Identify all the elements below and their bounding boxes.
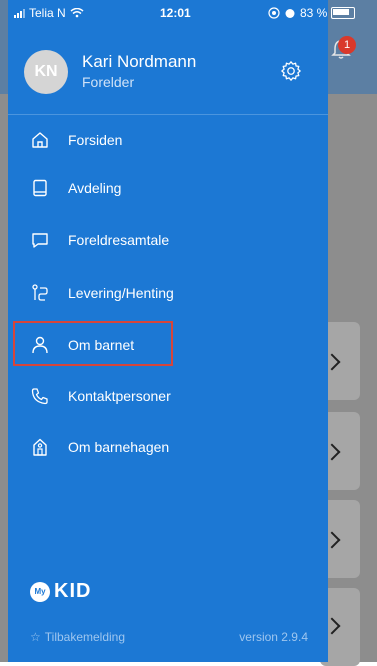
logo-mark: My xyxy=(30,581,50,602)
highlight-box xyxy=(13,321,173,366)
notification-badge: 1 xyxy=(338,36,356,54)
menu-item-kontaktpersoner[interactable]: Kontaktpersoner xyxy=(8,376,328,416)
profile-name: Kari Nordmann xyxy=(82,52,197,71)
version-label: version 2.9.4 xyxy=(239,630,308,644)
route-icon xyxy=(32,284,48,301)
menu-item-label: Foreldresamtale xyxy=(68,232,170,248)
menu-item-levering-henting[interactable]: Levering/Henting xyxy=(8,273,328,313)
menu-item-foreldresamtale[interactable]: Foreldresamtale xyxy=(8,220,328,260)
feedback-label: Tilbakemelding xyxy=(44,630,126,644)
menu-item-om-barnehagen[interactable]: Om barnehagen xyxy=(8,427,328,467)
profile-role: Forelder xyxy=(82,74,135,90)
wifi-icon xyxy=(70,8,84,18)
book-icon xyxy=(33,179,47,197)
status-bar: Telia N 12:01 83 % xyxy=(0,0,377,24)
alarm-icon xyxy=(285,9,295,18)
building-icon xyxy=(33,438,47,456)
menu-item-label: Forsiden xyxy=(68,132,123,148)
carrier: Telia N xyxy=(14,6,84,20)
star-icon: ☆ xyxy=(30,630,41,644)
carrier-label: Telia N xyxy=(29,6,66,20)
battery-icon xyxy=(331,7,356,19)
clock: 12:01 xyxy=(160,6,191,20)
menu-item-avdeling[interactable]: Avdeling xyxy=(8,168,328,208)
rotation-lock-icon xyxy=(268,7,280,19)
menu-item-label: Kontaktpersoner xyxy=(68,388,171,404)
profile-header[interactable]: KN Kari Nordmann Forelder xyxy=(24,50,314,100)
feedback-link[interactable]: ☆ Tilbakemelding xyxy=(30,630,125,644)
status-right: 83 % xyxy=(268,6,356,20)
logo-word: KID xyxy=(54,580,92,602)
divider xyxy=(8,114,328,115)
home-icon xyxy=(32,132,48,148)
avatar: KN xyxy=(24,50,68,94)
drawer-footer: ☆ Tilbakemelding version 2.9.4 xyxy=(8,626,328,650)
menu-item-label: Levering/Henting xyxy=(68,285,174,301)
menu-item-forsiden[interactable]: Forsiden xyxy=(8,120,328,160)
mykid-logo: My KID xyxy=(30,580,91,603)
signal-icon xyxy=(14,8,25,18)
settings-gear-icon[interactable] xyxy=(280,60,302,82)
menu-item-label: Avdeling xyxy=(68,180,122,196)
menu-item-label: Om barnehagen xyxy=(68,439,170,455)
chat-icon xyxy=(32,233,48,248)
battery-percent: 83 % xyxy=(300,6,328,20)
phone-icon xyxy=(31,388,48,405)
